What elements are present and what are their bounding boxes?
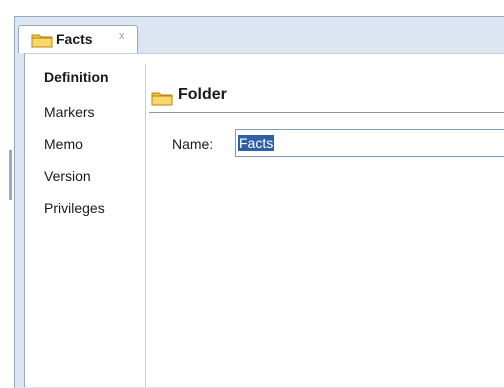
tab-label: Facts xyxy=(56,31,93,47)
window-edge xyxy=(9,150,12,200)
name-label: Name: xyxy=(172,136,214,152)
name-input-value: Facts xyxy=(238,135,275,151)
name-input[interactable]: Facts xyxy=(235,129,504,157)
tab-facts[interactable]: Facts x xyxy=(18,25,138,53)
nav-item-privileges[interactable]: Privileges xyxy=(44,200,105,216)
definition-nav: Definition Markers Memo Version Privileg… xyxy=(35,64,146,387)
nav-item-definition[interactable]: Definition xyxy=(44,69,109,85)
nav-item-version[interactable]: Version xyxy=(44,168,91,184)
folder-icon xyxy=(151,92,173,106)
nav-item-markers[interactable]: Markers xyxy=(44,104,95,120)
section-divider xyxy=(149,112,504,113)
section-title: Folder xyxy=(178,86,227,103)
tab-close-icon[interactable]: x xyxy=(119,30,125,42)
nav-item-memo[interactable]: Memo xyxy=(44,136,83,152)
folder-icon xyxy=(31,34,53,48)
